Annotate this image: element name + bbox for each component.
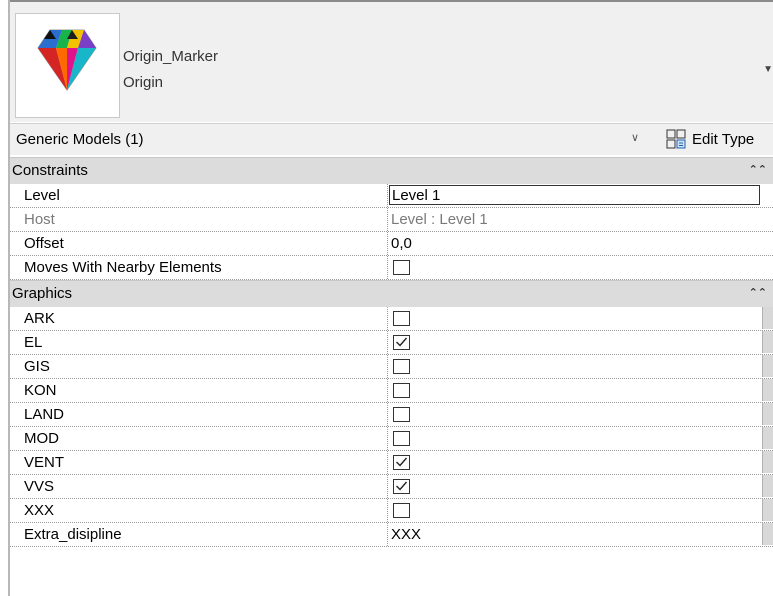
gis-checkbox[interactable] xyxy=(393,359,410,374)
column-divider xyxy=(387,403,388,426)
property-row-host: Host Level : Level 1 xyxy=(10,208,773,232)
column-divider xyxy=(387,355,388,378)
double-chevron-up-icon[interactable]: ⌃⌃ xyxy=(749,163,767,176)
property-row-vvs: VVS xyxy=(10,475,773,499)
row-side-tab xyxy=(762,403,773,425)
property-name: GIS xyxy=(24,358,50,375)
group-title: Graphics xyxy=(12,285,73,302)
chevron-down-icon[interactable]: ∨ xyxy=(631,131,639,144)
property-row-el: EL xyxy=(10,331,773,355)
column-divider xyxy=(387,451,388,474)
column-divider xyxy=(387,523,388,546)
property-name: Extra_disipline xyxy=(24,526,122,543)
property-name: VVS xyxy=(24,478,55,495)
xxx-checkbox[interactable] xyxy=(393,503,410,518)
edit-type-button[interactable]: Edit Type xyxy=(658,126,773,152)
gem-icon xyxy=(37,29,97,91)
row-side-tab xyxy=(762,427,773,449)
group-header-constraints[interactable]: Constraints ⌃⌃ xyxy=(10,157,773,184)
kon-checkbox[interactable] xyxy=(393,383,410,398)
property-row-xxx: XXX xyxy=(10,499,773,523)
column-divider xyxy=(387,256,388,279)
type-selector[interactable]: Origin_Marker Origin ▼ xyxy=(10,2,773,122)
properties-panel: Origin_Marker Origin ▼ Generic Models (1… xyxy=(0,0,773,596)
property-row-level: Level Level 1 xyxy=(10,184,773,208)
row-side-tab xyxy=(762,331,773,353)
column-divider xyxy=(387,307,388,330)
properties-grid: Constraints ⌃⌃ Level Level 1 Host Level … xyxy=(10,157,773,547)
family-name: Origin_Marker xyxy=(123,48,219,65)
double-chevron-up-icon[interactable]: ⌃⌃ xyxy=(749,286,767,299)
property-name: VENT xyxy=(24,454,65,471)
property-row-mod: MOD xyxy=(10,427,773,451)
column-divider xyxy=(387,232,388,255)
column-divider xyxy=(387,331,388,354)
property-row-land: LAND xyxy=(10,403,773,427)
vvs-checkbox[interactable] xyxy=(393,479,410,494)
column-divider xyxy=(387,208,388,231)
property-name: KON xyxy=(24,382,57,399)
group-title: Constraints xyxy=(12,162,88,179)
vent-checkbox[interactable] xyxy=(393,455,410,470)
property-name: ARK xyxy=(24,310,55,327)
moves-with-nearby-checkbox[interactable] xyxy=(393,260,410,275)
level-value-field[interactable]: Level 1 xyxy=(389,185,760,205)
edit-type-icon xyxy=(666,129,686,149)
offset-value-field[interactable]: 0,0 xyxy=(391,235,412,252)
property-name: Moves With Nearby Elements xyxy=(24,259,222,276)
property-row-ark: ARK xyxy=(10,307,773,331)
property-row-offset: Offset 0,0 xyxy=(10,232,773,256)
row-side-tab xyxy=(762,307,773,329)
row-side-tab xyxy=(762,451,773,473)
property-row-gis: GIS xyxy=(10,355,773,379)
property-name: Offset xyxy=(24,235,64,252)
property-name: LAND xyxy=(24,406,65,423)
level-value: Level 1 xyxy=(392,187,441,204)
chevron-down-icon[interactable]: ▼ xyxy=(763,64,773,75)
row-side-tab xyxy=(762,355,773,377)
column-divider xyxy=(387,499,388,522)
row-side-tab xyxy=(762,475,773,497)
land-checkbox[interactable] xyxy=(393,407,410,422)
property-name: MOD xyxy=(24,430,59,447)
property-row-kon: KON xyxy=(10,379,773,403)
column-divider xyxy=(387,379,388,402)
column-divider xyxy=(387,184,388,207)
type-name: Origin xyxy=(123,74,164,91)
ark-checkbox[interactable] xyxy=(393,311,410,326)
category-label: Generic Models (1) xyxy=(16,131,144,148)
mod-checkbox[interactable] xyxy=(393,431,410,446)
property-row-moves-with-nearby: Moves With Nearby Elements xyxy=(10,256,773,280)
property-name: XXX xyxy=(24,502,55,519)
group-header-graphics[interactable]: Graphics ⌃⌃ xyxy=(10,280,773,307)
row-side-tab xyxy=(762,523,773,545)
row-side-tab xyxy=(762,379,773,401)
extra-disipline-value-field[interactable]: XXX xyxy=(391,526,421,543)
checkmark-icon xyxy=(396,457,408,467)
column-divider xyxy=(387,427,388,450)
host-value: Level : Level 1 xyxy=(391,211,488,228)
checkmark-icon xyxy=(396,481,408,491)
el-checkbox[interactable] xyxy=(393,335,410,350)
column-divider xyxy=(387,475,388,498)
row-side-tab xyxy=(762,499,773,521)
checkmark-icon xyxy=(396,337,408,347)
category-row: Generic Models (1) ∨ Edit Type xyxy=(10,123,773,155)
property-name: Level xyxy=(24,187,60,204)
property-row-extra-disipline: Extra_disipline XXX xyxy=(10,523,773,547)
property-name: EL xyxy=(24,334,43,351)
category-filter-dropdown[interactable]: Generic Models (1) ∨ xyxy=(10,124,648,154)
family-thumbnail xyxy=(15,13,120,118)
property-row-vent: VENT xyxy=(10,451,773,475)
property-name: Host xyxy=(24,211,55,228)
edit-type-label: Edit Type xyxy=(692,131,755,148)
